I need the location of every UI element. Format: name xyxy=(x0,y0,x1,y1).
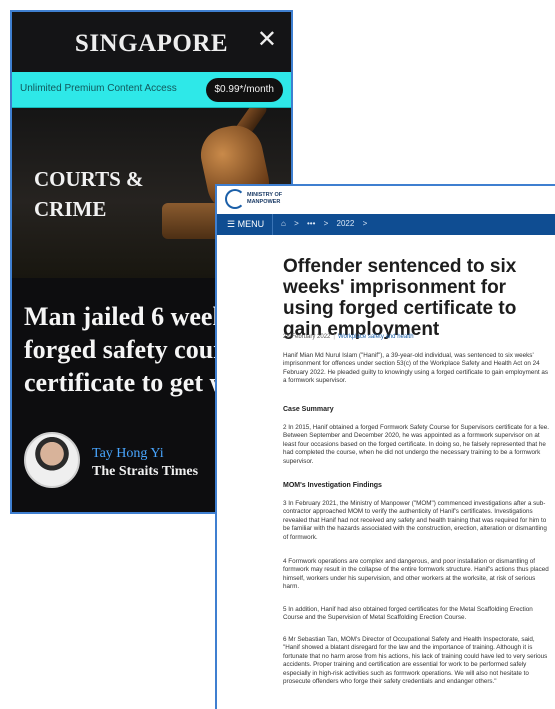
press-release-screenshot: MINISTRY OF MANPOWER ☰ MENU ⌂ > ••• > 20… xyxy=(215,184,555,709)
case-summary-heading: Case Summary xyxy=(283,406,334,413)
menu-button[interactable]: ☰ MENU xyxy=(227,219,264,230)
nav-bar: ☰ MENU ⌂ > ••• > 2022 > xyxy=(217,214,555,235)
breadcrumb-more[interactable]: ••• xyxy=(307,219,315,228)
home-icon[interactable]: ⌂ xyxy=(281,219,286,228)
breadcrumb-separator: > xyxy=(362,219,368,228)
author-avatar xyxy=(24,432,80,488)
paragraph-3: 3 In February 2021, the Ministry of Manp… xyxy=(283,500,547,541)
paragraph-2: 2 In 2015, Hanif obtained a forged Formw… xyxy=(283,424,550,465)
paragraph-5: 5 In addition, Hanif had also obtained f… xyxy=(283,606,533,622)
ministry-logo-text: MINISTRY OF MANPOWER xyxy=(247,192,283,205)
intro-paragraph: Hanif Mian Md Nurul Islam ("Hanif"), a 3… xyxy=(283,352,548,385)
promo-text: Unlimited Premium Content Access xyxy=(20,83,177,94)
subscribe-price-button[interactable]: $0.99*/month xyxy=(205,78,283,102)
findings-heading: MOM's Investigation Findings xyxy=(283,482,382,489)
publish-date: 28 February 2022 xyxy=(283,334,331,340)
topic-tag-link[interactable]: Workplace safety and health xyxy=(338,334,414,340)
breadcrumb: ⌂ > ••• > 2022 > xyxy=(281,219,373,228)
author-name[interactable]: Tay Hong Yi xyxy=(92,446,164,462)
site-title: SINGAPORE xyxy=(74,30,229,57)
nav-divider xyxy=(272,214,273,235)
page-title: Offender sentenced to six weeks' impriso… xyxy=(283,256,517,340)
paragraph-6: 6 Mr Sebastian Tan, MOM's Director of Oc… xyxy=(283,636,548,686)
site-header: SINGAPORE ✕ xyxy=(12,12,291,72)
breadcrumb-separator: > xyxy=(323,219,329,228)
paragraph-4: 4 Formwork operations are complex and da… xyxy=(283,558,549,591)
section-label: COURTS & CRIME xyxy=(34,167,144,221)
breadcrumb-separator: > xyxy=(294,219,299,228)
breadcrumb-year[interactable]: 2022 xyxy=(337,219,355,228)
subscription-banner[interactable]: Unlimited Premium Content Access $0.99*/… xyxy=(12,72,291,108)
article-meta: 28 February 2022 | Workplace safety and he… xyxy=(283,334,414,340)
close-icon[interactable]: ✕ xyxy=(257,28,277,52)
doc-header: MINISTRY OF MANPOWER xyxy=(217,186,555,214)
meta-divider: | xyxy=(333,334,335,340)
ministry-logo-icon[interactable] xyxy=(225,189,245,209)
publication-name: The Straits Times xyxy=(92,464,199,479)
